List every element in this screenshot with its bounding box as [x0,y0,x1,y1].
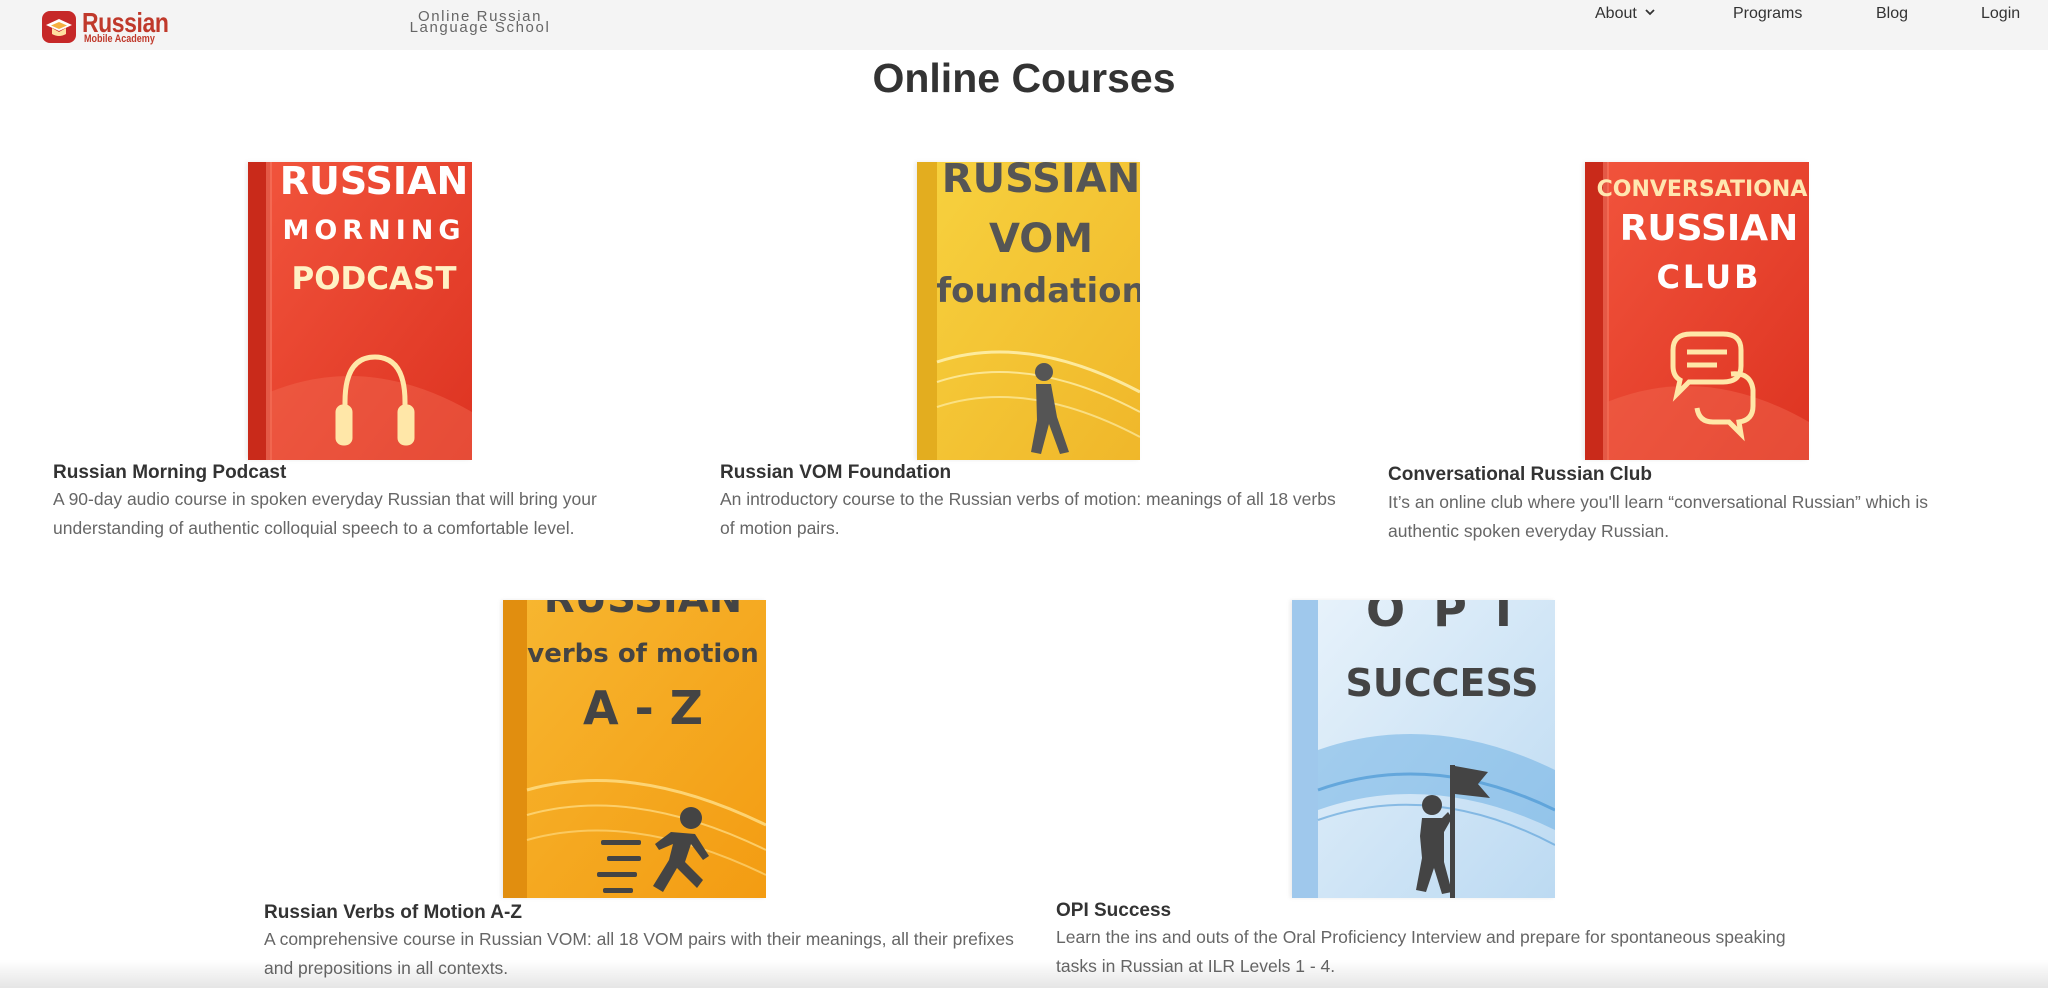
nav-login-link[interactable]: Login [1981,5,2020,23]
cover-title-line-3: CLUB [1656,258,1761,296]
site-tagline: Online Russian Language School [400,9,560,36]
course-title[interactable]: Conversational Russian Club [1388,464,1652,486]
course-title[interactable]: OPI Success [1056,900,1171,922]
top-navigation-bar: Russian Mobile Academy Online Russian La… [0,0,2048,50]
cover-title-line-1: RUSSIAN [544,600,742,622]
logo-subtitle: Mobile Academy [84,33,155,45]
course-title[interactable]: Russian Morning Podcast [53,462,286,484]
tagline-line-2: Language School [409,19,551,36]
cover-title-line-1: O P I [1366,600,1518,637]
course-cover-image[interactable]: RUSSIAN verbs of motion A - Z [503,600,766,898]
course-description: Learn the ins and outs of the Oral Profi… [1056,927,1786,976]
site-logo[interactable]: Russian Mobile Academy [42,9,172,45]
course-cover-image[interactable]: O P I SUCCESS [1292,600,1555,898]
course-description: A comprehensive course in Russian VOM: a… [264,929,1014,978]
course-description: An introductory course to the Russian ve… [720,489,1336,538]
nav-about-dropdown[interactable]: About [1595,5,1655,23]
page-title: Online Courses [872,55,1176,101]
cover-title-line-3: A - Z [583,681,703,735]
cover-title-line-1: RUSSIAN [280,162,469,203]
cover-title-line-3: foundation [936,271,1140,311]
cover-title-line-3: PODCAST [291,261,456,297]
cover-title-line-2: VOM [989,216,1093,262]
cover-title-line-2: verbs of motion [527,639,758,669]
course-cover-image[interactable]: RUSSIAN MORNING PODCAST [248,162,472,460]
cover-title-line-2: SUCCESS [1346,661,1539,705]
course-title[interactable]: Russian Verbs of Motion A-Z [264,902,522,924]
course-cover-image[interactable]: RUSSIAN VOM foundation [917,162,1140,460]
course-cover-image[interactable]: CONVERSATIONAL RUSSIAN CLUB [1585,162,1809,460]
nav-blog-link[interactable]: Blog [1876,5,1908,23]
course-description: It’s an online club where you'll learn “… [1388,492,1928,541]
cover-title-line-2: MORNING [282,215,465,246]
course-description: A 90-day audio course in spoken everyday… [53,489,597,538]
cover-title-line-2: RUSSIAN [1620,208,1799,249]
chevron-down-icon [1645,9,1655,16]
nav-about-label: About [1595,5,1637,22]
cover-title-line-1: CONVERSATIONAL [1597,177,1809,202]
nav-programs-link[interactable]: Programs [1733,5,1802,23]
cover-title-line-1: RUSSIAN [942,162,1140,202]
course-title[interactable]: Russian VOM Foundation [720,462,951,484]
graduation-cap-logo-icon [42,11,76,43]
